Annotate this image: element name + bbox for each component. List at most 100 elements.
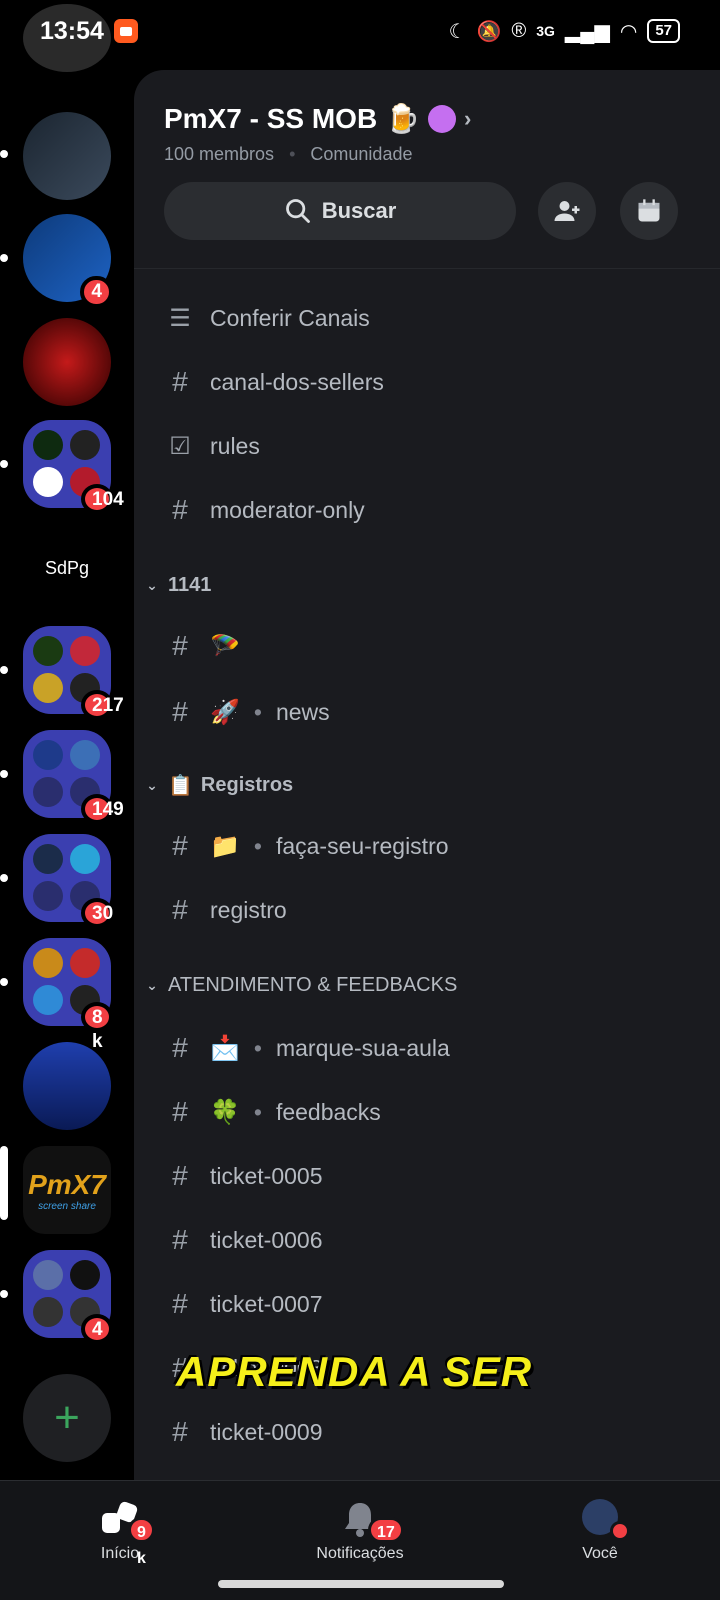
- hash-icon: #: [172, 1096, 188, 1127]
- clover-emoji: 🍀: [210, 1098, 240, 1126]
- channel-canal-dos-sellers[interactable]: # canal-dos-sellers: [164, 362, 384, 402]
- server-hawk-esports[interactable]: 4: [23, 214, 113, 308]
- add-server-button[interactable]: +: [23, 1374, 111, 1462]
- calendar-icon: [638, 199, 660, 222]
- server-code[interactable]: [23, 112, 111, 200]
- clock: 13:54: [40, 16, 104, 45]
- folder-1[interactable]: 104: [23, 420, 124, 514]
- mention-badge: 149: [81, 794, 124, 824]
- channel-moderator-only[interactable]: # moderator-only: [164, 490, 365, 530]
- chevron-right-icon: ›: [464, 105, 472, 131]
- server-hawk[interactable]: [23, 318, 111, 406]
- nav-you[interactable]: Você: [540, 1499, 660, 1563]
- invite-button[interactable]: [538, 182, 596, 240]
- plus-icon: +: [54, 1393, 80, 1442]
- browse-channels[interactable]: ☰ Conferir Canais: [164, 298, 370, 338]
- channel-faca-seu-registro[interactable]: # 📁 • faça-seu-registro: [164, 826, 449, 866]
- category-atendimento[interactable]: ⌄ ATENDIMENTO & FEEDBACKS: [144, 970, 457, 1000]
- selected-pill: [0, 1146, 8, 1220]
- channel-marque-sua-aula[interactable]: # 📩 • marque-sua-aula: [164, 1028, 450, 1068]
- server-subtitle: 100 membros • Comunidade: [164, 144, 413, 164]
- category-registros[interactable]: ⌄ 📋 Registros: [144, 770, 293, 800]
- chevron-down-icon: ⌄: [146, 576, 158, 593]
- channel-ticket-0005[interactable]: # ticket-0005: [164, 1156, 323, 1196]
- server-vem-jogar[interactable]: [23, 1042, 111, 1130]
- server-pmx7[interactable]: PmX7 screen share: [23, 1146, 111, 1234]
- channel-label: ticket-0006: [210, 1226, 323, 1253]
- folder-6[interactable]: 4: [23, 1250, 113, 1344]
- unread-pill: [0, 874, 8, 882]
- nav-notifications-label: Notificações: [316, 1545, 404, 1562]
- unread-pill: [0, 1290, 8, 1298]
- channel-ticket-0007[interactable]: # ticket-0007: [164, 1284, 322, 1324]
- channel-rules[interactable]: ☑ rules: [164, 426, 260, 466]
- folder-3[interactable]: 149: [23, 730, 124, 824]
- channel-label: faça-seu-registro: [275, 832, 449, 859]
- channel-parachute[interactable]: # 🪂: [164, 626, 240, 666]
- unread-pill: [0, 978, 8, 986]
- mention-badge: 4: [80, 276, 113, 308]
- server-type: Comunidade: [310, 144, 413, 164]
- folder-5[interactable]: 8 k: [23, 938, 113, 1052]
- category-1141[interactable]: ⌄ 1141: [144, 570, 211, 600]
- channel-label: marque-sua-aula: [275, 1034, 450, 1061]
- search-button[interactable]: Buscar: [164, 182, 516, 240]
- bell-icon: 17: [338, 1499, 404, 1543]
- events-button[interactable]: [620, 182, 678, 240]
- server-sdpg[interactable]: SdPg: [23, 524, 111, 612]
- video-caption: APRENDA A SER: [176, 1348, 533, 1395]
- dnd-status-icon: [610, 1521, 630, 1541]
- channel-feedbacks[interactable]: # 🍀 • feedbacks: [164, 1092, 381, 1132]
- search-label: Buscar: [321, 198, 397, 223]
- channel-registro[interactable]: # registro: [164, 890, 287, 930]
- parachute-emoji: 🪂: [210, 632, 240, 660]
- mention-badge: 104: [81, 484, 124, 514]
- locked-hash-icon: #: [172, 1224, 188, 1255]
- status-bar: 13:54 ☾ 🔕 ® 3G ▂▄▆ ◠ 57: [0, 0, 720, 62]
- channel-ticket-0006[interactable]: # ticket-0006: [164, 1220, 323, 1260]
- community-home-icon: [428, 104, 457, 133]
- locked-hash-icon: #: [172, 366, 188, 397]
- registered-icon: ®: [511, 19, 527, 42]
- channel-label: ticket-0005: [210, 1162, 323, 1189]
- network-label: 3G: [536, 23, 555, 39]
- hash-icon: #: [172, 696, 188, 727]
- nav-notifications[interactable]: 17 Notificações: [300, 1499, 420, 1563]
- locked-hash-icon: #: [172, 1288, 188, 1319]
- server-title: PmX7 - SS MOB: [164, 102, 378, 134]
- server-pmx7-label: PmX7: [28, 1168, 106, 1200]
- locked-hash-icon: #: [172, 1160, 188, 1191]
- channel-label: moderator-only: [210, 496, 365, 523]
- category-label: 1141: [168, 573, 212, 596]
- clipboard-emoji: 📋: [168, 774, 193, 797]
- locked-hash-icon: #: [172, 1416, 188, 1447]
- status-icons: ☾ 🔕 ® 3G ▂▄▆ ◠ 57: [449, 19, 680, 44]
- nav-home[interactable]: 9 k Início: [60, 1499, 180, 1567]
- notifications-badge: 17: [368, 1517, 404, 1543]
- channel-label: rules: [210, 432, 260, 459]
- hash-icon: #: [172, 1032, 188, 1063]
- bell-off-icon: 🔕: [476, 20, 502, 43]
- unread-pill: [0, 666, 8, 674]
- channel-news[interactable]: # 🚀 • news: [164, 692, 329, 732]
- unread-pill: [0, 770, 8, 778]
- category-label: ATENDIMENTO & FEEDBACKS: [168, 973, 458, 996]
- chevron-down-icon: ⌄: [146, 976, 158, 993]
- folder-4[interactable]: 30: [23, 834, 113, 928]
- mention-badge: 4: [81, 1314, 113, 1344]
- screen-record-icon: [113, 19, 138, 43]
- category-label: Registros: [200, 773, 294, 796]
- server-header[interactable]: PmX7 - SS MOB 🍺 ›: [164, 102, 471, 135]
- nav-you-label: Você: [582, 1545, 618, 1562]
- hash-icon: #: [172, 630, 188, 661]
- mention-badge: 217: [81, 690, 124, 720]
- channel-panel: PmX7 - SS MOB 🍺 › 100 membros • Comunida…: [134, 70, 720, 1480]
- folder-2[interactable]: 217: [23, 626, 124, 720]
- rules-icon: ☑: [169, 432, 191, 460]
- beer-emoji: 🍺: [385, 103, 421, 134]
- member-count: 100 membros: [164, 144, 275, 164]
- search-icon: [285, 199, 310, 223]
- channel-label: canal-dos-sellers: [210, 368, 384, 395]
- battery-level: 57: [647, 19, 680, 43]
- channel-ticket-0009[interactable]: # ticket-0009: [164, 1412, 322, 1452]
